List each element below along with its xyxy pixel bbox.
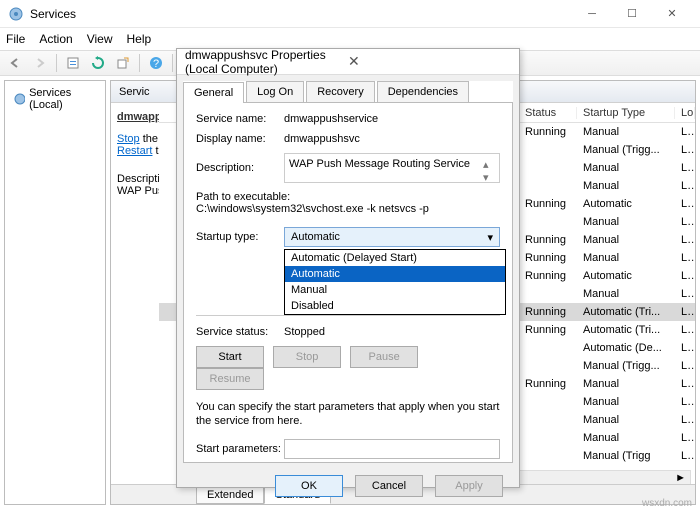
cancel-button[interactable]: Cancel	[355, 475, 423, 497]
titlebar: Services ─ ☐ ✕	[0, 0, 700, 28]
window-title: Services	[30, 7, 572, 21]
service-name-label: Service name:	[196, 113, 284, 125]
service-status-label: Service status:	[196, 326, 284, 338]
ok-button[interactable]: OK	[275, 475, 343, 497]
start-button[interactable]: Start	[196, 346, 264, 368]
menu-view[interactable]: View	[87, 32, 113, 46]
col-status[interactable]: Status	[519, 107, 577, 119]
pause-svc-button[interactable]: Pause	[350, 346, 418, 368]
services-local-label: Services (Local)	[29, 87, 97, 111]
desc-label: Description:	[117, 173, 159, 185]
refresh-button[interactable]	[87, 52, 109, 74]
service-status-value: Stopped	[284, 326, 325, 338]
services-local-node[interactable]: Services (Local)	[9, 85, 101, 113]
description-label: Description:	[196, 162, 284, 174]
chevron-down-icon: ▾	[487, 231, 493, 244]
display-name-value: dmwappushsvc	[284, 133, 360, 145]
startup-type-label: Startup type:	[196, 231, 284, 243]
dd-automatic[interactable]: Automatic	[285, 266, 505, 282]
forward-button[interactable]	[29, 52, 51, 74]
selected-service-name: dmwappusl	[117, 111, 159, 123]
tab-dependencies[interactable]: Dependencies	[377, 81, 469, 102]
menu-file[interactable]: File	[6, 32, 25, 46]
close-button[interactable]: ✕	[652, 0, 692, 28]
stop-button[interactable]: Stop	[273, 346, 341, 368]
description-column: dmwappusl Stop the ser Restart the s Des…	[111, 103, 159, 484]
col-startup[interactable]: Startup Type	[577, 107, 675, 119]
path-value: C:\windows\system32\svchost.exe -k netsv…	[196, 203, 500, 215]
desc-text: WAP Push M	[117, 185, 159, 197]
svg-text:?: ?	[153, 58, 159, 70]
menu-help[interactable]: Help	[127, 32, 152, 46]
dialog-title: dmwappushsvc Properties (Local Computer)	[185, 48, 348, 76]
start-params-input[interactable]	[284, 439, 500, 459]
restart-link[interactable]: Restart	[117, 145, 152, 157]
dd-disabled[interactable]: Disabled	[285, 298, 505, 314]
path-label: Path to executable:	[196, 191, 500, 203]
service-name-value: dmwappushservice	[284, 113, 378, 125]
resume-button[interactable]: Resume	[196, 368, 264, 390]
minimize-button[interactable]: ─	[572, 0, 612, 28]
services-icon	[8, 6, 24, 22]
dialog-close-button[interactable]: ✕	[348, 53, 511, 70]
dd-manual[interactable]: Manual	[285, 282, 505, 298]
display-name-label: Display name:	[196, 133, 284, 145]
export-button[interactable]	[112, 52, 134, 74]
left-panel: Services (Local)	[4, 80, 106, 505]
scroll-up-icon[interactable]: ▴	[483, 158, 495, 171]
startup-type-combo[interactable]: Automatic ▾	[284, 227, 500, 247]
apply-button[interactable]: Apply	[435, 475, 503, 497]
toolbar-icon[interactable]	[62, 52, 84, 74]
scroll-down-icon[interactable]: ▾	[483, 171, 495, 184]
help-button[interactable]: ?	[145, 52, 167, 74]
col-logon[interactable]: Lo	[675, 107, 695, 119]
maximize-button[interactable]: ☐	[612, 0, 652, 28]
tab-general[interactable]: General	[183, 82, 244, 103]
dialog-titlebar: dmwappushsvc Properties (Local Computer)…	[177, 49, 519, 75]
stop-link[interactable]: Stop	[117, 133, 140, 145]
dd-delayed[interactable]: Automatic (Delayed Start)	[285, 250, 505, 266]
menubar: File Action View Help	[0, 28, 700, 50]
back-button[interactable]	[4, 52, 26, 74]
watermark: wsxdn.com	[642, 498, 692, 509]
tab-recovery[interactable]: Recovery	[306, 81, 374, 102]
start-params-label: Start parameters:	[196, 443, 284, 455]
start-params-hint: You can specify the start parameters tha…	[196, 400, 500, 429]
description-box: WAP Push Message Routing Service ▴▾	[284, 153, 500, 183]
tab-logon[interactable]: Log On	[246, 81, 304, 102]
menu-action[interactable]: Action	[39, 32, 72, 46]
startup-type-dropdown: Automatic (Delayed Start) Automatic Manu…	[284, 249, 506, 315]
properties-dialog: dmwappushsvc Properties (Local Computer)…	[176, 48, 520, 488]
dialog-tabs: General Log On Recovery Dependencies	[183, 81, 513, 103]
